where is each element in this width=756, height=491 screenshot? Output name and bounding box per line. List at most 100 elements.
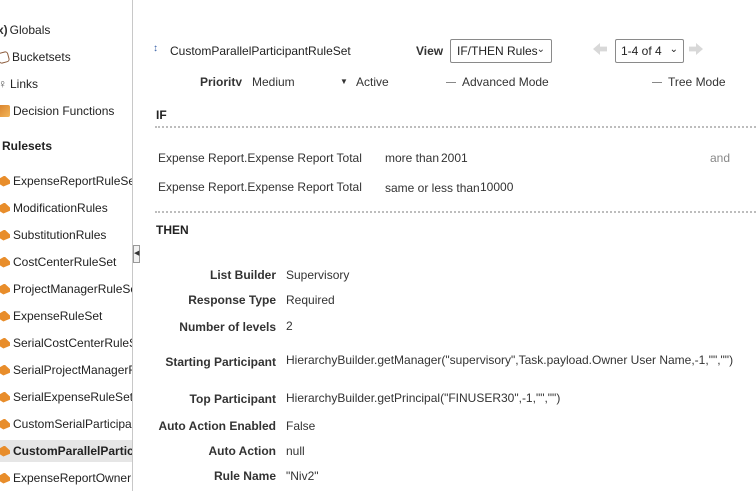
ruleset-label: ExpenseReportRuleSet	[13, 174, 133, 188]
condition-value[interactable]: 2001	[441, 151, 468, 165]
ruleset-label: SerialProjectManagerRu	[13, 363, 133, 377]
sidebar-ruleset-item[interactable]: CostCenterRuleSet	[0, 251, 116, 273]
next-page-icon[interactable]	[689, 43, 703, 55]
condition-operator[interactable]: same or less than	[385, 181, 480, 195]
collapse-sidebar-handle[interactable]: ◀	[133, 245, 140, 263]
condition-connector[interactable]: and	[710, 151, 730, 165]
starting-participant-label: Starting Participant	[165, 355, 276, 369]
pager-value: 1-4 of 4	[621, 44, 662, 58]
ruleset-icon	[0, 229, 10, 241]
sidebar-item-decision-functions[interactable]: Decision Functions	[0, 100, 114, 122]
condition-value[interactable]: 10000	[480, 180, 513, 194]
caret-down-icon[interactable]: ▼	[340, 77, 348, 86]
sidebar-ruleset-item[interactable]: SerialCostCenterRuleSe	[0, 332, 133, 354]
advanced-mode-label: Advanced Mode	[462, 75, 549, 86]
sidebar-item-label: Decision Functions	[13, 104, 115, 118]
rule-name-label: Rule Name	[213, 469, 276, 483]
active-checkbox[interactable]: Active	[356, 75, 389, 86]
ruleset-label: CostCenterRuleSet	[13, 255, 117, 269]
sidebar-ruleset-item[interactable]: ExpenseReportRuleSet	[0, 170, 133, 192]
advanced-mode-checkbox[interactable]: Advanced Mode	[446, 75, 549, 86]
view-select-value: IF/THEN Rules	[457, 44, 538, 58]
list-builder-value[interactable]: Supervisory	[286, 268, 349, 282]
ruleset-toolbar: ↕ CustomParallelParticipantRuleSet View …	[140, 30, 756, 70]
sidebar: x) Globals Bucketsets ♀ Links Decision F…	[0, 0, 133, 491]
sidebar-item-links[interactable]: ♀ Links	[0, 73, 38, 95]
ruleset-label: CustomSerialParticipant	[13, 417, 133, 431]
then-section-label: THEN	[156, 223, 189, 237]
divider	[155, 211, 756, 213]
ruleset-title: CustomParallelParticipantRuleSet	[170, 44, 351, 58]
ruleset-label: SerialCostCenterRuleSe	[13, 336, 133, 350]
ruleset-icon	[0, 472, 10, 484]
chevron-down-icon: ⌄	[536, 44, 545, 55]
view-label: View	[416, 44, 444, 58]
decision-function-icon	[0, 105, 10, 117]
ruleset-label: CustomParallelPartici	[13, 444, 133, 458]
tree-mode-checkbox[interactable]: Tree Mode	[652, 75, 726, 86]
sidebar-item-label: Links	[10, 77, 39, 91]
tree-mode-label: Tree Mode	[668, 75, 726, 86]
ruleset-icon	[0, 391, 10, 403]
ruleset-label: ProjectManagerRuleSet	[13, 282, 133, 296]
sidebar-ruleset-item[interactable]: ModificationRules	[0, 197, 108, 219]
ruleset-icon	[0, 310, 10, 322]
rule-options-row: Priority Medium ▼ Active Advanced Mode T…	[140, 74, 756, 86]
pager-select[interactable]: 1-4 of 4 ⌄	[615, 39, 684, 63]
sidebar-item-label: Bucketsets	[12, 50, 71, 64]
ruleset-label: SerialExpenseRuleSet	[13, 390, 133, 404]
sidebar-item-globals[interactable]: x) Globals	[0, 19, 50, 41]
rulesets-heading: Rulesets	[2, 135, 52, 157]
ruleset-icon	[0, 364, 10, 376]
sidebar-ruleset-item[interactable]: SerialProjectManagerRu	[0, 359, 133, 381]
auto-action-enabled-value[interactable]: False	[286, 419, 315, 433]
view-select[interactable]: IF/THEN Rules ⌄	[450, 39, 552, 63]
condition-left-operand[interactable]: Expense Report.Expense Report Total	[158, 180, 362, 194]
ruleset-label: ModificationRules	[13, 201, 108, 215]
condition-left-operand[interactable]: Expense Report.Expense Report Total	[158, 151, 362, 165]
ruleset-label: ExpenseRuleSet	[13, 309, 103, 323]
ruleset-icon	[0, 202, 10, 214]
if-section-label: IF	[156, 108, 167, 122]
chevron-down-icon: ⌄	[669, 44, 678, 55]
ruleset-label: ExpenseReportOwnerRu	[13, 471, 132, 485]
response-type-value[interactable]: Required	[286, 293, 335, 307]
condition-operator[interactable]: more than	[385, 151, 439, 165]
ruleset-icon	[0, 337, 10, 349]
list-builder-label: List Builder	[209, 268, 276, 282]
ruleset-label: SubstitutionRules	[13, 228, 107, 242]
chevron-double-down-icon[interactable]: ↕	[153, 43, 158, 54]
sidebar-item-label: Globals	[9, 23, 51, 37]
number-of-levels-value[interactable]: 2	[286, 319, 293, 333]
response-type-label: Response Type	[188, 293, 276, 307]
auto-action-enabled-label: Auto Action Enabled	[158, 419, 276, 433]
starting-participant-value[interactable]: HierarchyBuilder.getManager("supervisory…	[286, 353, 733, 367]
sidebar-ruleset-item[interactable]: ExpenseReportOwnerRu	[0, 467, 132, 489]
number-of-levels-label: Number of levels	[179, 320, 276, 334]
sidebar-ruleset-item[interactable]: ExpenseRuleSet	[0, 305, 102, 327]
sidebar-ruleset-item[interactable]: ProjectManagerRuleSet	[0, 278, 133, 300]
link-icon: ♀	[0, 77, 7, 91]
priority-select[interactable]: Medium	[252, 75, 295, 86]
auto-action-value[interactable]: null	[286, 444, 305, 458]
previous-page-icon[interactable]	[593, 43, 607, 55]
globals-icon: x)	[0, 23, 8, 37]
rule-name-value[interactable]: "Niv2"	[286, 469, 319, 483]
sidebar-ruleset-item[interactable]: CustomSerialParticipant	[0, 413, 133, 435]
ruleset-icon	[0, 418, 10, 430]
top-participant-value[interactable]: HierarchyBuilder.getPrincipal("FINUSER30…	[286, 391, 560, 405]
divider	[155, 126, 756, 128]
sidebar-ruleset-item[interactable]: SubstitutionRules	[0, 224, 106, 246]
rulesets-heading-label: Rulesets	[2, 139, 53, 153]
bucketset-icon	[0, 50, 11, 64]
auto-action-label: Auto Action	[208, 444, 276, 458]
sidebar-ruleset-item-selected[interactable]: CustomParallelPartici	[0, 440, 133, 462]
top-participant-label: Top Participant	[189, 392, 276, 406]
ruleset-icon	[0, 445, 10, 457]
ruleset-icon	[0, 256, 10, 268]
priority-label: Priority	[200, 75, 243, 86]
sidebar-item-bucketsets[interactable]: Bucketsets	[0, 46, 71, 68]
sidebar-ruleset-item[interactable]: SerialExpenseRuleSet	[0, 386, 133, 408]
ruleset-icon	[0, 283, 10, 295]
ruleset-icon	[0, 175, 10, 187]
